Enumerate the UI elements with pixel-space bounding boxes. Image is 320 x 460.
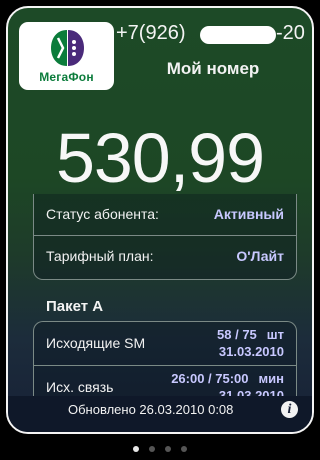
phone-number-prefix: +7(926) <box>116 22 186 44</box>
calls-usage: 26:00 / 75:00 мин <box>171 371 284 386</box>
page-indicator[interactable] <box>0 446 320 452</box>
megafon-widget: МегаФон +7(926) -20 Мой номер 530,99 Ста… <box>6 6 314 434</box>
calls-unit: мин <box>258 371 284 386</box>
calls-usage-value: 26:00 / 75:00 <box>171 371 249 386</box>
updated-timestamp: Обновлено 26.03.2010 0:08 <box>68 402 234 417</box>
tariff-value: О'Лайт <box>236 248 284 264</box>
info-icon[interactable]: i <box>281 401 298 418</box>
tariff-label: Тарифный план: <box>46 248 154 264</box>
status-label: Статус абонента: <box>46 206 159 222</box>
calls-label: Исх. связь <box>46 379 114 395</box>
page-dot[interactable] <box>133 446 139 452</box>
sms-date: 31.03.2010 <box>218 344 284 359</box>
page-dot[interactable] <box>165 446 171 452</box>
sms-usage: 58 / 75 шт <box>217 327 284 342</box>
status-row: Статус абонента: Активный <box>34 194 296 236</box>
packet-title: Пакет А <box>46 298 104 315</box>
tariff-row: Тарифный план: О'Лайт <box>34 236 296 279</box>
sms-label: Исходящие SM <box>46 335 146 351</box>
status-group: Статус абонента: Активный Тарифный план:… <box>33 194 297 280</box>
packet-row-sms: Исходящие SM 58 / 75 шт 31.03.2010 <box>34 322 296 366</box>
phone-number-redaction <box>200 26 276 44</box>
balance-value: 530,99 <box>55 119 265 197</box>
megafon-logo: МегаФон <box>19 22 114 90</box>
logo-text: МегаФон <box>39 70 94 84</box>
phone-number-suffix: -20 <box>276 22 305 44</box>
page-dot[interactable] <box>149 446 155 452</box>
page-dot[interactable] <box>181 446 187 452</box>
page-title: Мой номер <box>166 59 260 78</box>
sms-unit: шт <box>266 327 284 342</box>
status-value: Активный <box>213 206 284 222</box>
megafon-logo-icon <box>51 30 84 66</box>
sms-usage-value: 58 / 75 <box>217 327 257 342</box>
